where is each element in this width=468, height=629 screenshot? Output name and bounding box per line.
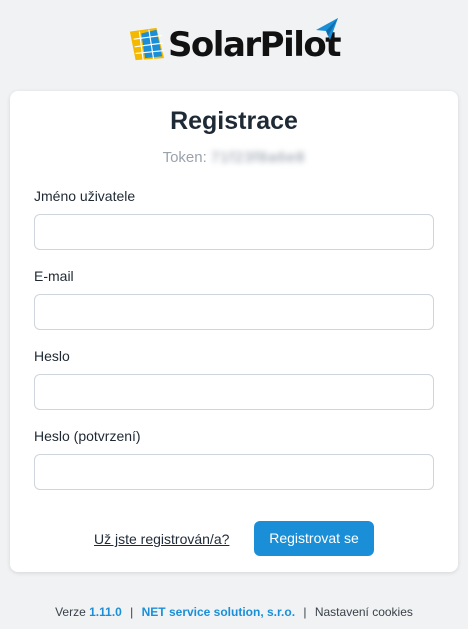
password-confirm-field[interactable] <box>34 454 434 490</box>
footer: Verze 1.11.0 | NET service solution, s.r… <box>0 605 468 619</box>
company-link[interactable]: NET service solution, s.r.o. <box>142 605 295 619</box>
password-label: Heslo <box>34 348 70 364</box>
token-value: 71f23f8a6e8 <box>210 149 306 166</box>
footer-divider: | <box>303 605 307 619</box>
register-button[interactable]: Registrovat se <box>254 521 374 556</box>
registration-card: Registrace Token: 71f23f8a6e8 Jméno uživ… <box>10 91 458 572</box>
token-line: Token: 71f23f8a6e8 <box>10 149 458 166</box>
page-title: Registrace <box>170 107 298 135</box>
solarpilot-logo: SolarPilot <box>128 16 342 70</box>
password-field[interactable] <box>34 374 434 410</box>
email-label: E-mail <box>34 268 74 284</box>
solar-panel-icon <box>129 27 165 61</box>
username-field[interactable] <box>34 214 434 250</box>
footer-divider: | <box>130 605 134 619</box>
already-registered-link[interactable]: Už jste registrován/a? <box>94 531 229 547</box>
version-number: 1.11.0 <box>89 605 122 619</box>
version-label: Verze <box>55 605 86 619</box>
email-field[interactable] <box>34 294 434 330</box>
token-label: Token: <box>162 149 207 166</box>
paper-plane-icon <box>316 18 338 40</box>
cookie-settings-link[interactable]: Nastavení cookies <box>315 605 413 619</box>
password-confirm-label: Heslo (potvrzení) <box>34 428 141 444</box>
username-label: Jméno uživatele <box>34 188 136 204</box>
